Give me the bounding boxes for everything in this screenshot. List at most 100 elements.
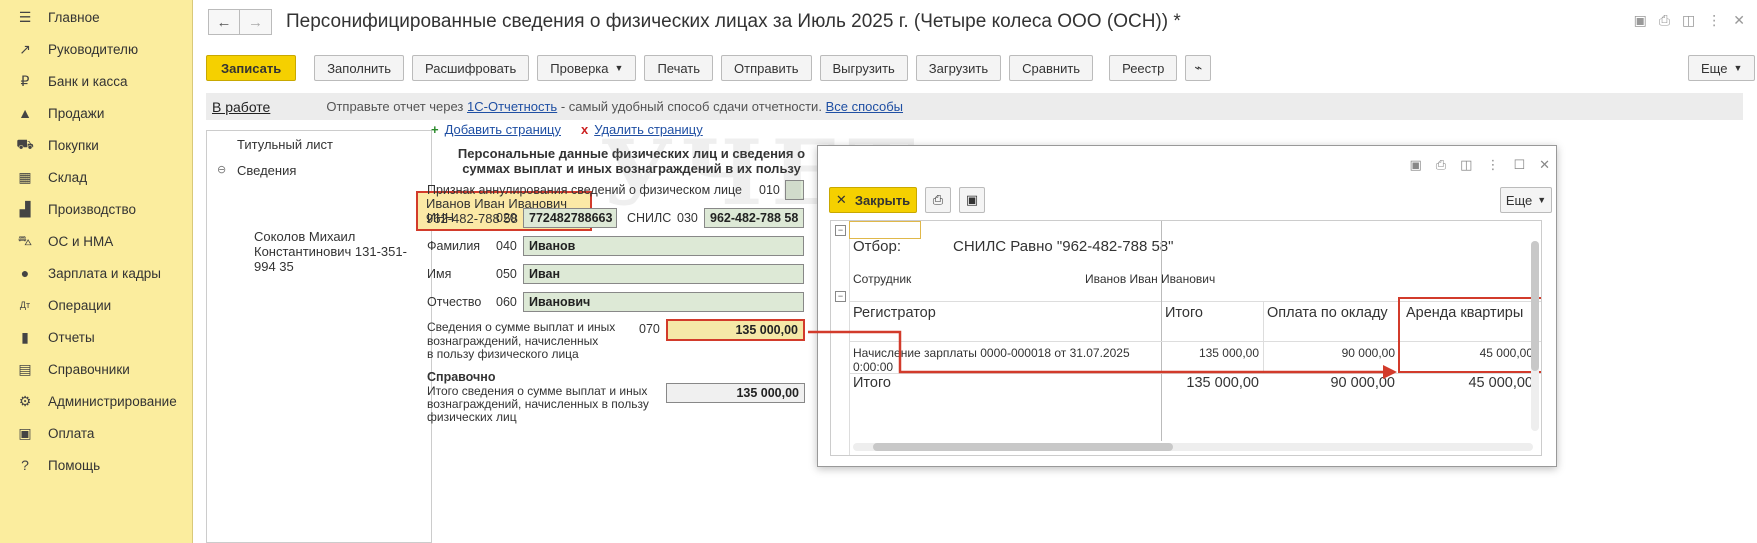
sidebar-item-production[interactable]: ▟ Производство (0, 193, 192, 225)
total-label-1: Итого сведения о сумме выплат и иных (427, 384, 648, 398)
grid-line (1161, 221, 1162, 441)
arrow-right-icon: → (248, 13, 263, 31)
total-label-3: физических лиц (427, 410, 517, 424)
decode-report-window: ▣ ⎙ ◫ ⋮ ☐ ✕ ✕ Закрыть ⎙ ▣ Еще ▼ − − Отбор:… (817, 145, 1557, 467)
close-x-icon: ✕ (835, 192, 847, 207)
registry-button[interactable]: Реестр (1109, 55, 1178, 81)
scroll-thumb[interactable] (1531, 241, 1539, 371)
row-document-2: 0:00:00 (853, 360, 894, 374)
total-field[interactable]: 135 000,00 (666, 383, 805, 403)
surname-label: Фамилия (427, 239, 481, 253)
tree-item-section[interactable]: Сведения (237, 163, 296, 178)
status-link[interactable]: В работе (212, 99, 270, 115)
inn-field[interactable]: 772482788663 (523, 208, 617, 228)
add-page-label: Добавить страницу (444, 122, 561, 137)
sidebar-item-bank[interactable]: ₽ Банк и касса (0, 65, 192, 97)
save-button[interactable]: ▣ (959, 187, 985, 213)
tree-item-person-2[interactable]: Соколов Михаил Константинович 131-351-99… (254, 229, 424, 274)
preview-icon[interactable]: ◫ (1682, 12, 1695, 29)
sidebar-item-help[interactable]: ? Помощь (0, 449, 192, 481)
send-button[interactable]: Отправить (721, 55, 812, 81)
book-icon: ▤ (18, 360, 32, 377)
filter-value: СНИЛС Равно "962-482-788 58" (953, 238, 1174, 255)
more-button[interactable]: Еще ▼ (1688, 55, 1756, 81)
name-field[interactable]: Иван (523, 264, 804, 284)
close-button[interactable]: ✕ Закрыть (829, 187, 917, 213)
preview-icon[interactable]: ◫ (1460, 157, 1472, 173)
surname-code: 040 (496, 239, 517, 253)
check-button[interactable]: Проверка ▼ (537, 55, 637, 81)
group-toggle-icon[interactable]: − (835, 291, 846, 302)
import-button[interactable]: Загрузить (915, 55, 1002, 81)
row-salary: 90 000,00 (1341, 346, 1395, 360)
tree-item-title-page[interactable]: Титульный лист (237, 137, 333, 152)
compare-button[interactable]: Сравнить (1009, 55, 1094, 81)
patronymic-field[interactable]: Иванович (523, 292, 804, 312)
sidebar-item-label: Производство (48, 201, 137, 217)
close-icon[interactable]: ✕ (1539, 157, 1550, 173)
maximize-icon[interactable]: ☐ (1513, 157, 1525, 173)
link-all-methods[interactable]: Все способы (826, 99, 903, 114)
export-button[interactable]: Выгрузить (819, 55, 908, 81)
delete-page-link[interactable]: x Удалить страницу (581, 122, 703, 137)
row-total: 135 000,00 (1198, 346, 1259, 360)
tree-collapse-icon[interactable]: ⊖ (217, 163, 226, 176)
forward-button[interactable]: → (240, 9, 272, 35)
vertical-scrollbar[interactable] (1531, 241, 1539, 431)
snils-field[interactable]: 962-482-788 58 (704, 208, 804, 228)
sum-field[interactable]: 135 000,00 (666, 319, 805, 341)
add-page-link[interactable]: + Добавить страницу (431, 122, 561, 137)
delete-icon: x (580, 122, 589, 137)
row-document-1[interactable]: Начисление зарплаты 0000-000018 от 31.07… (853, 346, 1130, 360)
link-1c-reporting[interactable]: 1С-Отчетность (467, 99, 557, 114)
sidebar-item-salary[interactable]: ● Зарплата и кадры (0, 257, 192, 289)
sidebar-item-references[interactable]: ▤ Справочники (0, 353, 192, 385)
sum-row-total: 135 000,00 (1186, 375, 1259, 391)
popup-title-tools: ▣ ⎙ ◫ ⋮ ☐ ✕ (1409, 157, 1550, 173)
sum-label-1: Сведения о сумме выплат и иных (427, 320, 616, 334)
close-icon[interactable]: ✕ (1733, 12, 1745, 29)
sidebar-item-label: Зарплата и кадры (48, 265, 161, 281)
surname-field[interactable]: Иванов (523, 236, 804, 256)
sidebar-item-sales[interactable]: ▲ Продажи (0, 97, 192, 129)
save-button[interactable]: Записать (206, 55, 297, 81)
attach-button[interactable]: ⌁ (1185, 55, 1212, 81)
back-button[interactable]: ← (208, 9, 240, 35)
hint-before: Отправьте отчет через (326, 99, 464, 114)
sidebar-item-reports[interactable]: ▮ Отчеты (0, 321, 192, 353)
truck-icon: ⛍ (17, 231, 33, 248)
kebab-menu-icon[interactable]: ⋮ (1486, 157, 1499, 173)
printer-icon[interactable]: ⎙ (1436, 157, 1446, 173)
fill-button[interactable]: Заполнить (314, 55, 405, 81)
name-code: 050 (496, 267, 517, 281)
arrow-left-icon: ← (216, 13, 232, 31)
sections-tree: Титульный лист ⊖ Сведения Соколов Михаил… (206, 130, 432, 543)
more-button[interactable]: Еще ▼ (1500, 187, 1552, 213)
group-toggle-icon[interactable]: − (835, 225, 846, 236)
sidebar-item-payment[interactable]: ▣ Оплата (0, 417, 192, 449)
sidebar-item-label: Операции (48, 297, 112, 313)
cancel-checkbox[interactable] (785, 180, 804, 200)
save-icon[interactable]: ▣ (1634, 12, 1647, 29)
column-salary: Оплата по окладу (1267, 305, 1388, 321)
sidebar-item-admin[interactable]: ⚙ Администрирование (0, 385, 192, 417)
decode-button[interactable]: Расшифровать (412, 55, 530, 81)
print-button[interactable]: ⎙ (925, 187, 951, 213)
printer-icon[interactable]: ⎙ (1659, 12, 1670, 29)
sidebar-item-assets[interactable]: ⛍ ОС и НМА (0, 225, 192, 257)
save-icon[interactable]: ▣ (1409, 157, 1421, 173)
name-label: Имя (427, 267, 452, 281)
person-icon: ● (20, 265, 30, 281)
print-button[interactable]: Печать (644, 55, 714, 81)
sidebar-item-purchases[interactable]: ⛟ Покупки (0, 129, 192, 161)
horizontal-scrollbar[interactable] (853, 443, 1533, 451)
scroll-thumb[interactable] (873, 443, 1173, 451)
delete-page-label: Удалить страницу (594, 122, 703, 137)
sidebar-item-director[interactable]: ↗ Руководителю (0, 33, 192, 65)
sidebar-item-main[interactable]: ☰ Главное (0, 1, 192, 33)
sidebar-item-operations[interactable]: Дт Операции (0, 289, 192, 321)
kebab-menu-icon[interactable]: ⋮ (1707, 12, 1721, 29)
grid-line (849, 373, 1541, 374)
menu-icon: ☰ (18, 8, 32, 25)
sidebar-item-warehouse[interactable]: ▦ Склад (0, 161, 192, 193)
